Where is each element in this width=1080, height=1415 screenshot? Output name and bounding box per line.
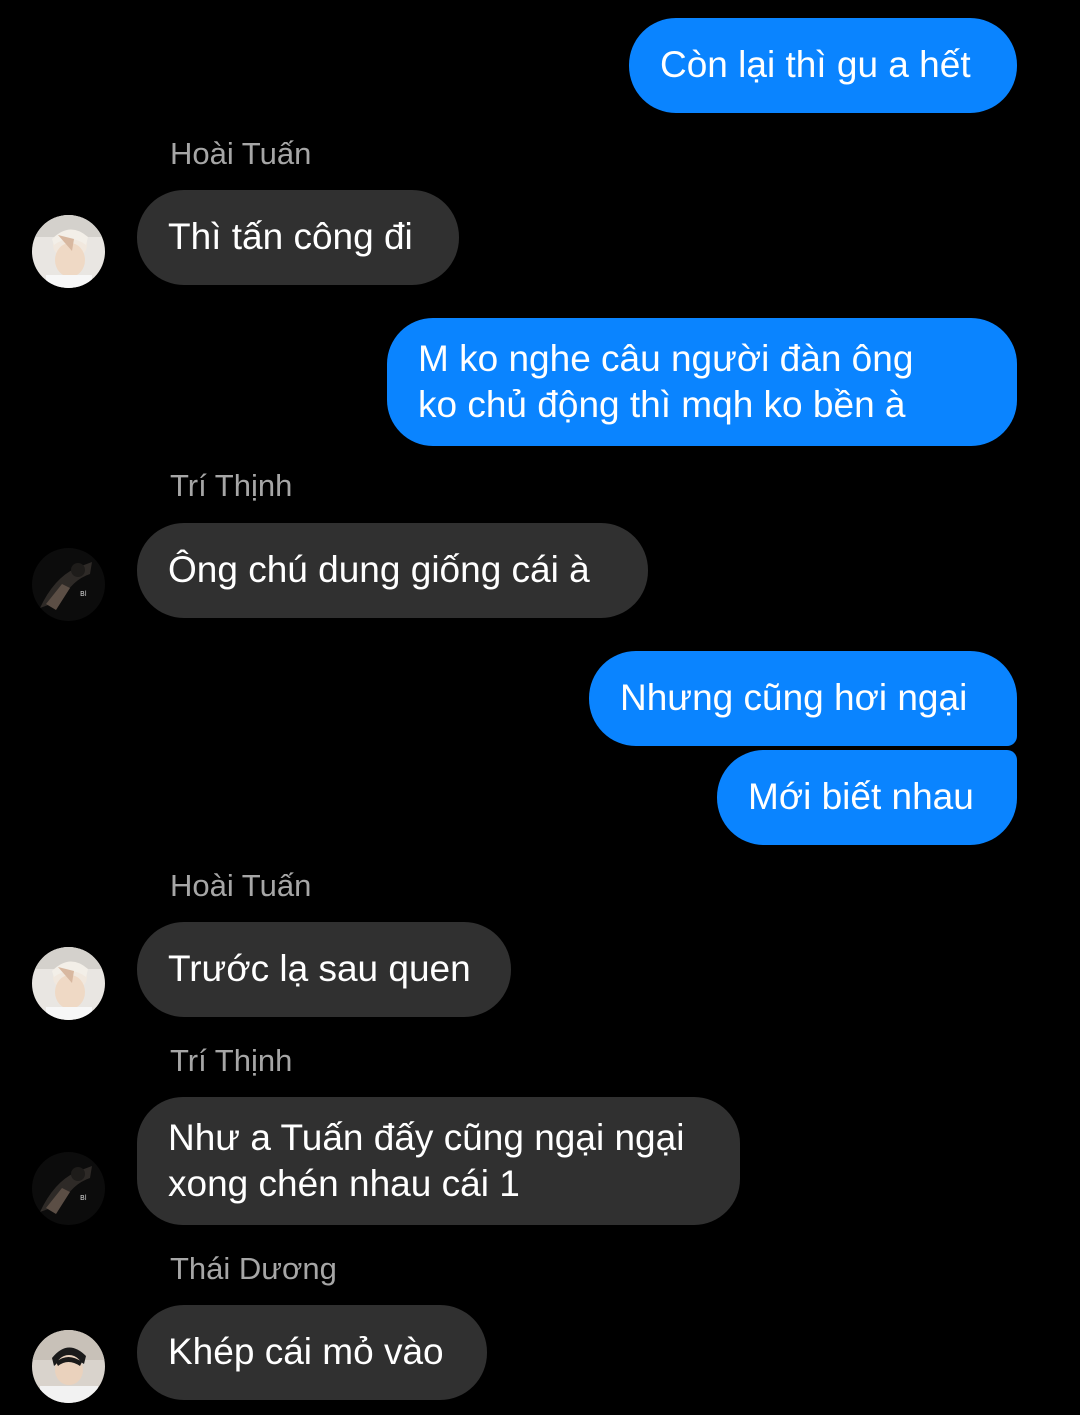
tri-thinh-avatar[interactable]: Bl [32, 1152, 105, 1225]
svg-text:Bl: Bl [80, 1194, 87, 1202]
sender-name: Thái Dương [170, 1251, 337, 1286]
outgoing-message-bubble[interactable]: Mới biết nhau [717, 750, 1017, 845]
hoai-tuan-avatar[interactable] [32, 215, 105, 288]
outgoing-message-bubble[interactable]: Nhưng cũng hơi ngại [589, 651, 1017, 746]
outgoing-message-bubble[interactable]: Còn lại thì gu a hết [629, 18, 1017, 113]
incoming-message-bubble[interactable]: Khép cái mỏ vào [137, 1305, 487, 1400]
sender-name: Trí Thịnh [170, 468, 293, 503]
tri-thinh-avatar[interactable]: Bl [32, 548, 105, 621]
sender-name: Hoài Tuấn [170, 868, 312, 903]
incoming-message-bubble[interactable]: Như a Tuấn đấy cũng ngại ngại xong chén … [137, 1097, 740, 1225]
sender-name: Hoài Tuấn [170, 136, 312, 171]
incoming-message-bubble[interactable]: Ông chú dung giống cái à [137, 523, 648, 618]
incoming-message-bubble[interactable]: Trước lạ sau quen [137, 922, 511, 1017]
incoming-message-bubble[interactable]: Thì tấn công đi [137, 190, 459, 285]
svg-text:Bl: Bl [80, 590, 87, 598]
outgoing-message-bubble[interactable]: M ko nghe câu người đàn ông ko chủ động … [387, 318, 1017, 446]
hoai-tuan-avatar[interactable] [32, 947, 105, 1020]
thai-duong-avatar[interactable] [32, 1330, 105, 1403]
sender-name: Trí Thịnh [170, 1043, 293, 1078]
